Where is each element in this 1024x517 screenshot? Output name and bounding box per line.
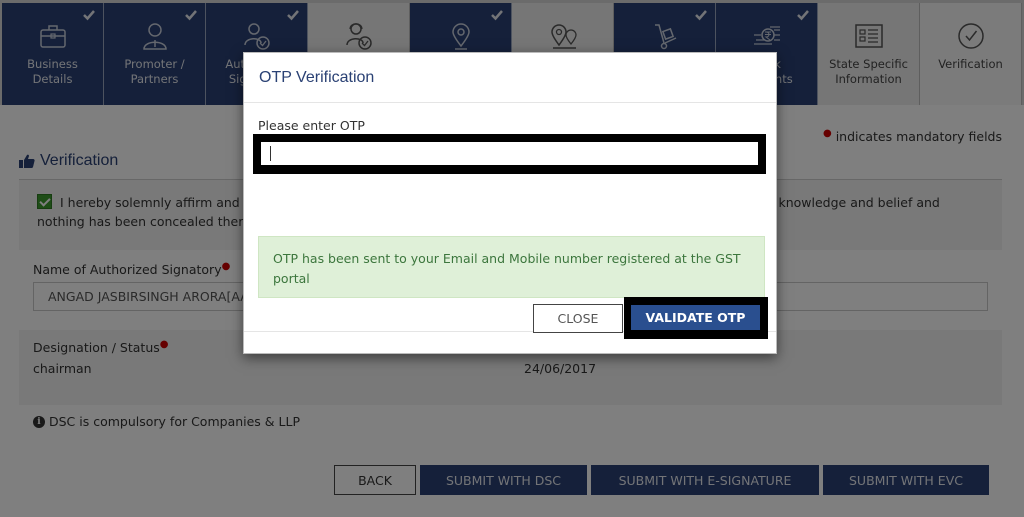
close-button[interactable]: CLOSE <box>533 304 623 333</box>
modal-title: OTP Verification <box>259 69 375 86</box>
text-caret <box>270 146 271 161</box>
otp-label: Please enter OTP <box>258 118 365 133</box>
otp-input[interactable] <box>261 142 758 165</box>
validate-button-highlight: VALIDATE OTP <box>624 297 768 339</box>
otp-sent-alert: OTP has been sent to your Email and Mobi… <box>258 236 765 298</box>
otp-modal: OTP Verification Please enter OTP OTP ha… <box>243 52 777 354</box>
modal-header: OTP Verification <box>244 53 776 103</box>
otp-input-highlight <box>253 134 766 174</box>
otp-sent-alert-text: OTP has been sent to your Email and Mobi… <box>273 251 741 286</box>
validate-otp-button[interactable]: VALIDATE OTP <box>631 305 760 330</box>
